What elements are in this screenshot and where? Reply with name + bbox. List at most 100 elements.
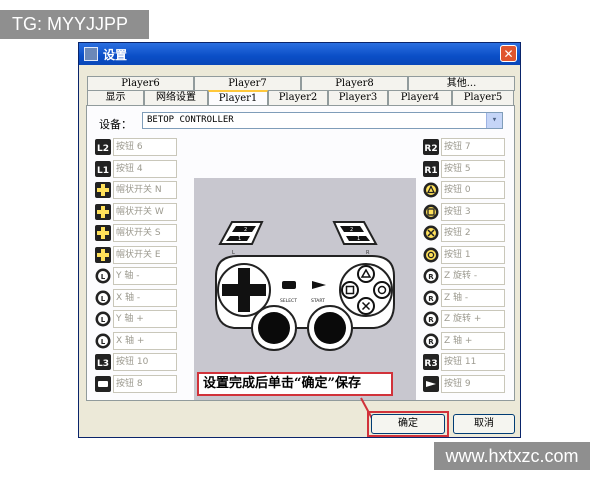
ok-button[interactable]: 确定: [371, 414, 445, 434]
left-mapping-field[interactable]: 帽状开关 W: [113, 202, 177, 221]
select-icon: [95, 375, 111, 392]
svg-text:L3: L3: [97, 359, 109, 369]
hat-left-icon: [95, 203, 111, 220]
tab-player5[interactable]: Player5: [452, 90, 514, 105]
left-mapping-row: LX 轴 -: [95, 288, 179, 307]
left-mapping-row: 帽状开关 W: [95, 202, 179, 221]
svg-text:R: R: [428, 338, 434, 346]
circle-icon: [423, 247, 439, 263]
right-mapping-field[interactable]: 按钮 9: [441, 374, 505, 393]
cross-icon: [423, 225, 439, 241]
right-mapping-row: 按钮 2: [423, 224, 507, 242]
tab-player7[interactable]: Player7: [194, 76, 301, 91]
svg-text:R3: R3: [424, 359, 437, 369]
r-stick-right-icon: R: [423, 333, 439, 349]
l3-icon: L3: [95, 354, 111, 370]
select-button-icon: [282, 281, 296, 289]
right-mapping-field[interactable]: 按钮 1: [441, 245, 505, 264]
left-stick-icon: [251, 305, 297, 351]
l2-icon: L2: [95, 139, 111, 155]
left-mapping-row: LY 轴 -: [95, 267, 179, 285]
left-mapping-row: 帽状开关 S: [95, 224, 179, 242]
left-mapping-field[interactable]: 按钮 8: [113, 374, 177, 393]
left-mapping-field[interactable]: Y 轴 -: [113, 267, 177, 285]
svg-text:R: R: [428, 273, 434, 281]
right-mapping-field[interactable]: 按钮 2: [441, 224, 505, 242]
svg-text:L1: L1: [97, 166, 109, 176]
right-mapping-field[interactable]: Z 轴 +: [441, 331, 505, 350]
r2-number: 2: [350, 227, 353, 233]
left-shoulder-icon: 2 1 L: [218, 221, 264, 256]
right-mapping-field[interactable]: 按钮 7: [441, 138, 505, 156]
l1-icon: L1: [95, 160, 111, 177]
l-stick-right-icon: L: [95, 333, 111, 349]
left-mapping-field[interactable]: Y 轴 +: [113, 310, 177, 328]
left-mapping-field[interactable]: 帽状开关 N: [113, 181, 177, 199]
l2-number: 2: [244, 227, 247, 233]
triangle-icon: [423, 182, 439, 198]
close-button[interactable]: ✕: [500, 45, 517, 62]
cancel-button[interactable]: 取消: [453, 414, 515, 434]
title-bar[interactable]: 设置 ✕: [79, 43, 520, 65]
l-stick-down-icon: L: [95, 311, 111, 327]
settings-dialog: 设置 ✕ Player6 Player7 Player8 其他... 显示 网络…: [78, 42, 521, 438]
start-label: START: [311, 298, 325, 304]
device-select[interactable]: BETOP CONTROLLER ▾: [142, 112, 503, 129]
right-stick-icon: [307, 305, 353, 351]
tab-player6[interactable]: Player6: [87, 76, 194, 91]
tab-player3[interactable]: Player3: [328, 90, 388, 105]
tab-other[interactable]: 其他...: [408, 76, 515, 91]
tab-player4[interactable]: Player4: [388, 90, 452, 105]
svg-text:L: L: [101, 316, 106, 324]
right-mapping-field[interactable]: 按钮 5: [441, 159, 505, 178]
l1-number: 1: [238, 236, 241, 242]
left-mapping-field[interactable]: 帽状开关 E: [113, 245, 177, 264]
left-mapping-field[interactable]: 按钮 10: [113, 353, 177, 371]
chevron-down-icon[interactable]: ▾: [486, 113, 502, 128]
left-mapping-row: L2 按钮 6: [95, 138, 179, 156]
left-mapping-row: 帽状开关 E: [95, 245, 179, 264]
r1-icon: R1: [423, 160, 439, 177]
left-mapping-field[interactable]: 按钮 4: [113, 159, 177, 178]
window-title: 设置: [103, 48, 128, 62]
r-stick-up-icon: R: [423, 268, 439, 284]
right-mapping-field[interactable]: 按钮 3: [441, 202, 505, 221]
right-mapping-row: R Z 旋转 -: [423, 267, 507, 285]
left-mapping-row: L Y 轴 +: [95, 310, 179, 328]
face-buttons-icon: [339, 263, 393, 317]
right-mapping-row: 按钮 1: [423, 245, 507, 264]
tab-player8[interactable]: Player8: [301, 76, 408, 91]
left-mapping-field[interactable]: X 轴 -: [113, 288, 177, 307]
select-label: SELECT: [280, 298, 297, 304]
svg-text:L: L: [101, 338, 106, 346]
right-mapping-field[interactable]: Z 旋转 -: [441, 267, 505, 285]
left-mapping-field[interactable]: 帽状开关 S: [113, 224, 177, 242]
gamepad-diagram: 2 1 L 2 1 R SELECT START: [194, 178, 416, 400]
right-mapping-row: R Z 轴 +: [423, 331, 507, 350]
r-stick-left-icon: R: [423, 290, 439, 306]
l-side-label: L: [232, 250, 235, 256]
svg-text:R: R: [428, 295, 434, 303]
right-mapping-field[interactable]: 按钮 11: [441, 353, 505, 371]
left-mapping-field[interactable]: 按钮 6: [113, 138, 177, 156]
device-label: 设备：: [99, 118, 132, 131]
r2-icon: R2: [423, 139, 439, 155]
tab-player2[interactable]: Player2: [268, 90, 328, 105]
hat-right-icon: [95, 246, 111, 263]
svg-text:L2: L2: [97, 144, 109, 154]
right-mapping-row: 按钮 0: [423, 181, 507, 199]
tab-display[interactable]: 显示: [87, 90, 144, 105]
svg-text:L: L: [101, 295, 106, 303]
left-mapping-field[interactable]: X 轴 +: [113, 331, 177, 350]
tab-network[interactable]: 网络设置: [144, 90, 208, 105]
right-mapping-field[interactable]: 按钮 0: [441, 181, 505, 199]
right-shoulder-icon: 2 1 R: [332, 221, 378, 256]
svg-text:L: L: [101, 273, 106, 281]
right-mapping-row: RZ 轴 -: [423, 288, 507, 307]
r3-icon: R3: [423, 354, 439, 370]
tab-player1[interactable]: Player1: [208, 90, 268, 106]
right-mapping-field[interactable]: Z 轴 -: [441, 288, 505, 307]
dpad-icon: [217, 263, 271, 317]
left-mapping-row: 按钮 8: [95, 374, 179, 393]
right-mapping-field[interactable]: Z 旋转 +: [441, 310, 505, 328]
